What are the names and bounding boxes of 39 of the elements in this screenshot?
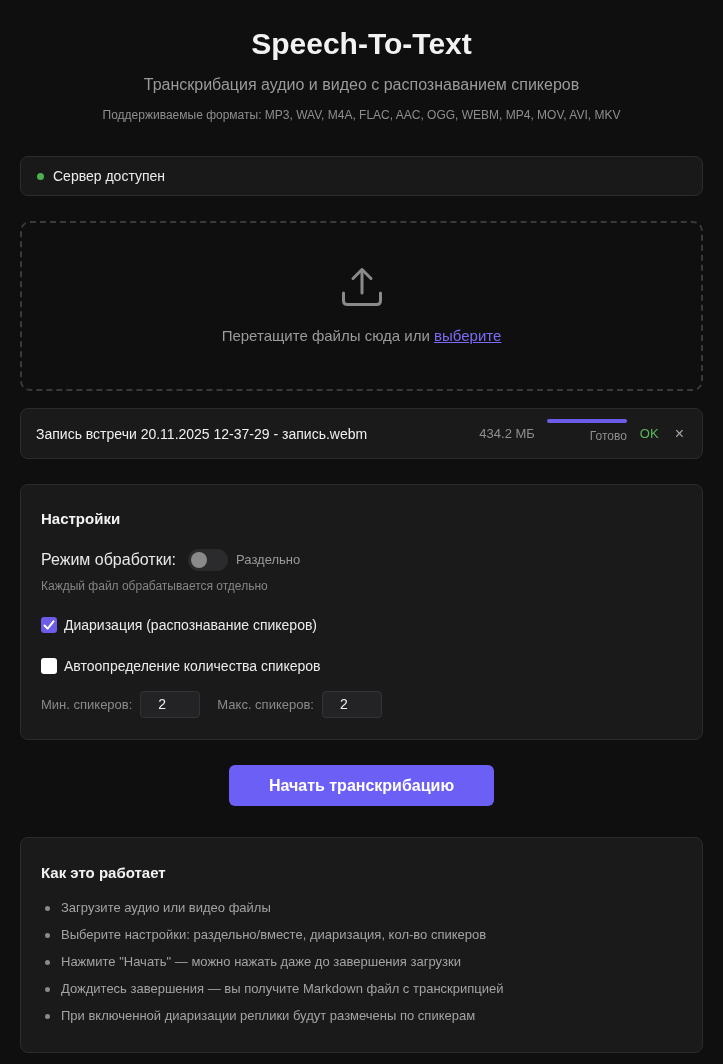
bullet-icon (45, 1013, 50, 1019)
speaker-count-label: Мин. спикеров: (41, 696, 133, 713)
settings-title: Настройки (41, 509, 121, 529)
checkbox-label: Автоопределение количества спикеров (64, 657, 321, 675)
remove-button[interactable]: × (672, 424, 686, 443)
browse-link[interactable]: выберите (434, 326, 502, 344)
step-text: Выберите настройки: раздельно/вместе, диаризация, кол-во спикеров (61, 926, 487, 944)
bullet-icon (45, 986, 50, 992)
upload-result: OK (639, 425, 659, 442)
check-icon (43, 619, 55, 631)
speaker-count-field[interactable]: 2 (321, 691, 382, 718)
speaker-count-label: Макс. спикеров: (217, 696, 314, 713)
drop-zone[interactable]: Перетащите файлы сюда или выберите (20, 221, 703, 391)
mode-toggle[interactable] (188, 549, 229, 571)
bullet-icon (45, 905, 50, 911)
step-text: Дождитесь завершения — вы получите Markdown файл с транскрипцией (61, 980, 504, 998)
drop-hint-text: Перетащите файлы сюда или выберите (221, 325, 502, 346)
mode-hint: Каждый файл обрабатывается отдельно (41, 578, 268, 594)
checkbox[interactable] (41, 617, 57, 633)
mode-value: Раздельно (236, 552, 301, 568)
upload-status: Готово (589, 429, 627, 444)
start-transcription-button[interactable]: Начать транскрибацию (229, 765, 494, 806)
step-text: Загрузите аудио или видео файлы (61, 899, 271, 917)
speaker-count-field[interactable]: 2 (140, 691, 201, 718)
app-title: Speech-To-Text (251, 26, 472, 62)
info-title: Как это работает (41, 863, 166, 883)
app-subtitle: Транскрибация аудио и видео с распознаванием спикеров (143, 75, 580, 95)
step-text: При включенной диаризации реплики будут размечены по спикерам (61, 1007, 476, 1025)
step-text: Нажмите "Начать" — можно нажать даже до завершения загрузки (61, 953, 461, 971)
file-name: Запись встречи 20.11.2025 12-37-29 - запись.webm (36, 424, 368, 443)
checkbox[interactable] (41, 658, 57, 674)
checkbox-label: Диаризация (распознавание спикеров) (64, 616, 318, 634)
file-size: 434.2 МБ (479, 425, 535, 442)
bullet-icon (45, 959, 50, 965)
server-status-text: Сервер доступен (53, 167, 166, 185)
mode-label: Режим обработки: (41, 550, 177, 570)
supported-formats: Поддерживаемые форматы: MP3, WAV, M4A, FLAC, AAC, OGG, WEBM, MP4, MOV, AVI, MKV (102, 107, 621, 123)
bullet-icon (45, 932, 50, 938)
upload-icon (340, 266, 383, 307)
